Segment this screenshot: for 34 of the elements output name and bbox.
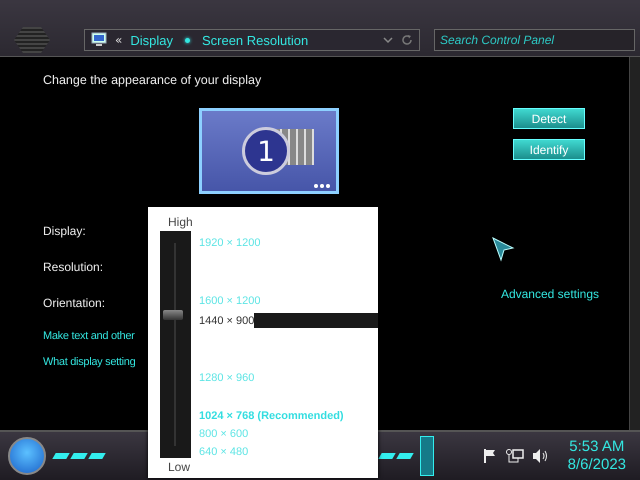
help-link[interactable]: What display setting bbox=[43, 356, 136, 368]
field-label: Display: bbox=[43, 224, 87, 238]
taskbar-button[interactable] bbox=[420, 436, 434, 476]
monitor-number: 1 bbox=[257, 134, 275, 168]
resolution-option[interactable]: 1440 × 900 bbox=[199, 314, 254, 326]
taskbar-decoration-drawing bbox=[54, 453, 104, 459]
refresh-icon[interactable] bbox=[401, 34, 413, 46]
low-label: Low bbox=[168, 460, 190, 474]
scrollbar[interactable] bbox=[629, 57, 640, 430]
field-label: Resolution: bbox=[43, 260, 104, 274]
slider-thumb[interactable] bbox=[163, 310, 183, 320]
address-bar[interactable]: « Display Screen Resolution bbox=[84, 29, 420, 51]
field-label: Orientation: bbox=[43, 296, 106, 310]
clock-date[interactable]: 8/6/2023 bbox=[568, 456, 626, 474]
flag-icon[interactable] bbox=[482, 448, 498, 464]
clock-time[interactable]: 5:53 AM bbox=[569, 438, 624, 456]
chevron-down-icon[interactable] bbox=[383, 36, 393, 44]
speaker-icon[interactable] bbox=[532, 448, 550, 464]
network-icon[interactable] bbox=[506, 448, 524, 464]
monitor-drawing[interactable]: 1 bbox=[199, 108, 339, 194]
page-heading: Change the appearance of your display bbox=[43, 73, 262, 87]
resolution-slider[interactable] bbox=[160, 231, 191, 458]
breadcrumb[interactable]: Display bbox=[130, 32, 173, 48]
high-label: High bbox=[168, 215, 193, 229]
monitor-icon bbox=[91, 32, 107, 48]
dots-icon bbox=[314, 184, 330, 188]
help-link[interactable]: Make text and other bbox=[43, 330, 135, 342]
back-chevrons[interactable]: « bbox=[115, 33, 122, 47]
search-field[interactable]: Search Control Panel bbox=[434, 29, 635, 51]
separator-dot-icon bbox=[184, 38, 190, 42]
cursor-icon bbox=[490, 236, 515, 262]
advanced-settings-link[interactable]: Advanced settings bbox=[500, 287, 599, 301]
start-button[interactable] bbox=[8, 437, 46, 475]
breadcrumb[interactable]: Screen Resolution bbox=[202, 32, 308, 48]
